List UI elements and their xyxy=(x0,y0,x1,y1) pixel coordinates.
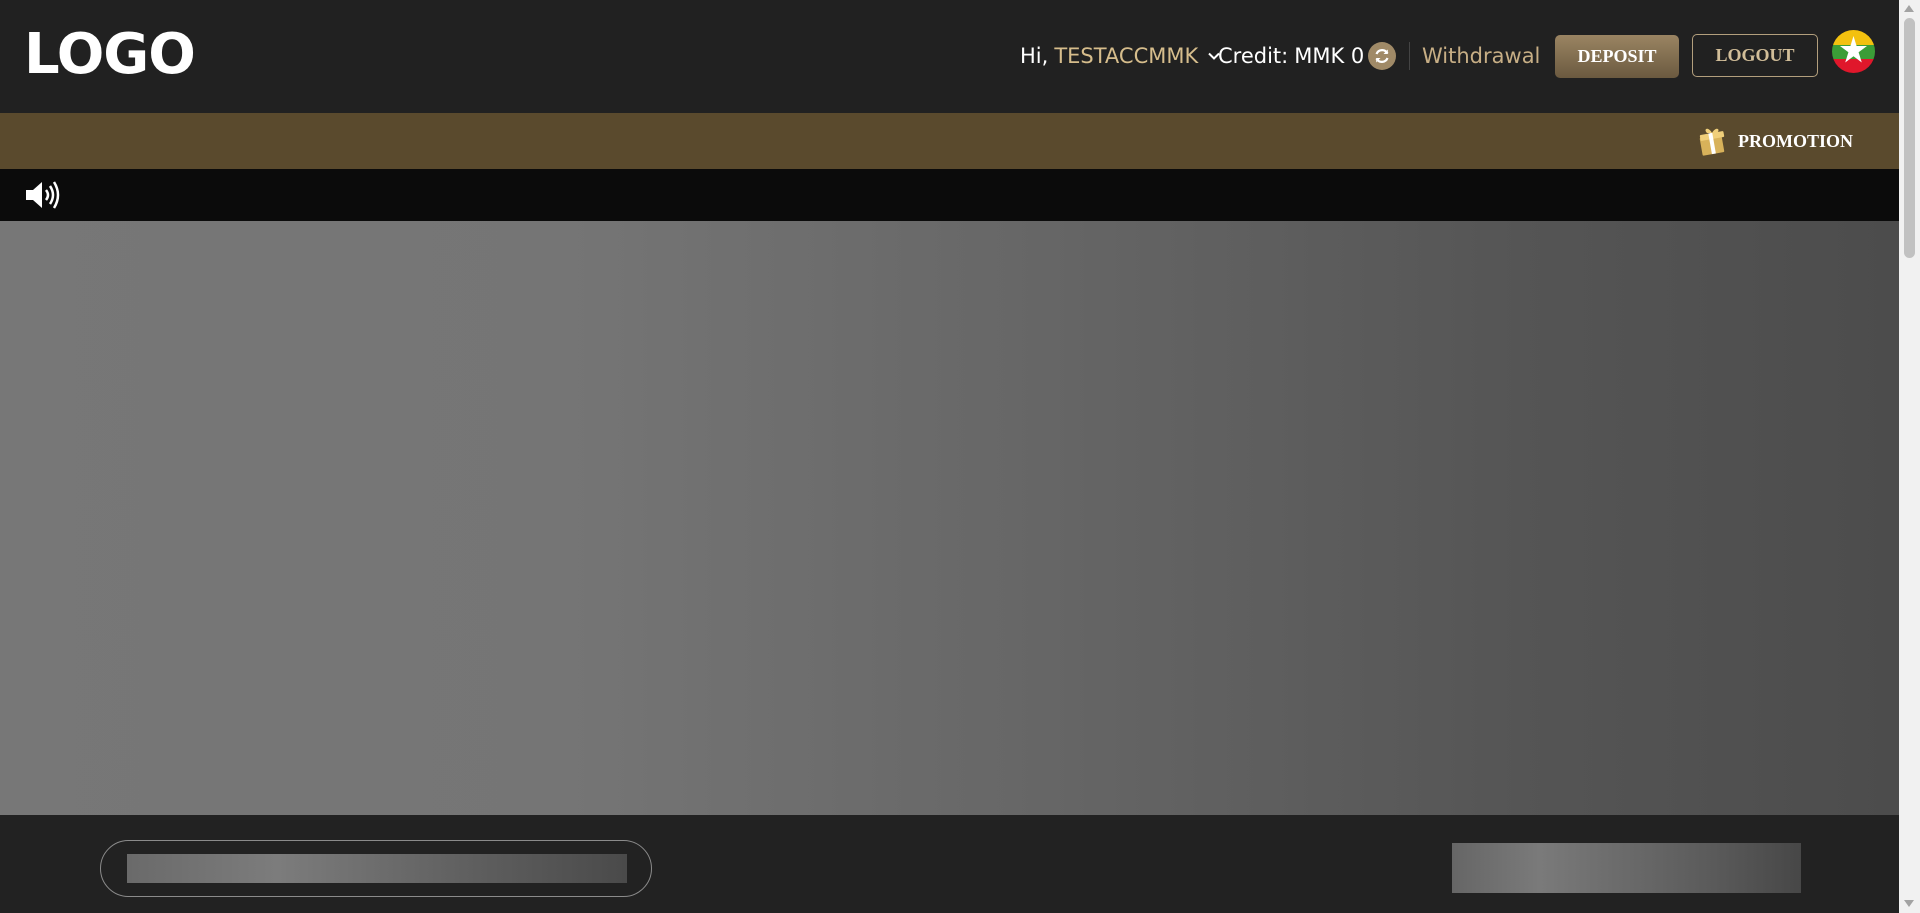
logout-button[interactable]: LOGOUT xyxy=(1692,34,1818,77)
user-menu[interactable]: Hi, TESTACCMMK xyxy=(1020,42,1220,70)
promotion-label: PROMOTION xyxy=(1738,130,1853,151)
gift-icon xyxy=(1699,128,1725,156)
speaker-icon[interactable] xyxy=(24,179,64,211)
promotion-link[interactable]: PROMOTION xyxy=(1698,124,1853,158)
language-selector[interactable] xyxy=(1832,30,1875,73)
myanmar-flag-icon xyxy=(1832,30,1875,73)
credit-display: Credit: MMK 0 xyxy=(1218,42,1364,70)
search-content-placeholder xyxy=(127,854,627,883)
refresh-icon xyxy=(1375,49,1389,63)
refresh-balance-button[interactable] xyxy=(1368,42,1396,70)
site-logo[interactable]: LOGO xyxy=(24,22,196,88)
withdrawal-link[interactable]: Withdrawal xyxy=(1422,42,1540,70)
username: TESTACCMMK xyxy=(1054,44,1199,68)
scrollbar-thumb[interactable] xyxy=(1904,18,1915,258)
hero-banner-placeholder xyxy=(0,221,1899,815)
content-block-placeholder xyxy=(1452,843,1801,893)
credit-value: MMK 0 xyxy=(1294,44,1365,68)
deposit-button[interactable]: DEPOSIT xyxy=(1555,35,1679,78)
credit-label: Credit: xyxy=(1218,44,1289,68)
announcement-bar xyxy=(0,169,1899,221)
greeting-text: Hi, xyxy=(1020,44,1049,68)
scroll-down-icon[interactable] xyxy=(1904,900,1914,907)
header-divider xyxy=(1409,42,1410,70)
promotion-bar: PROMOTION xyxy=(0,113,1899,169)
scroll-up-icon[interactable] xyxy=(1904,5,1914,12)
